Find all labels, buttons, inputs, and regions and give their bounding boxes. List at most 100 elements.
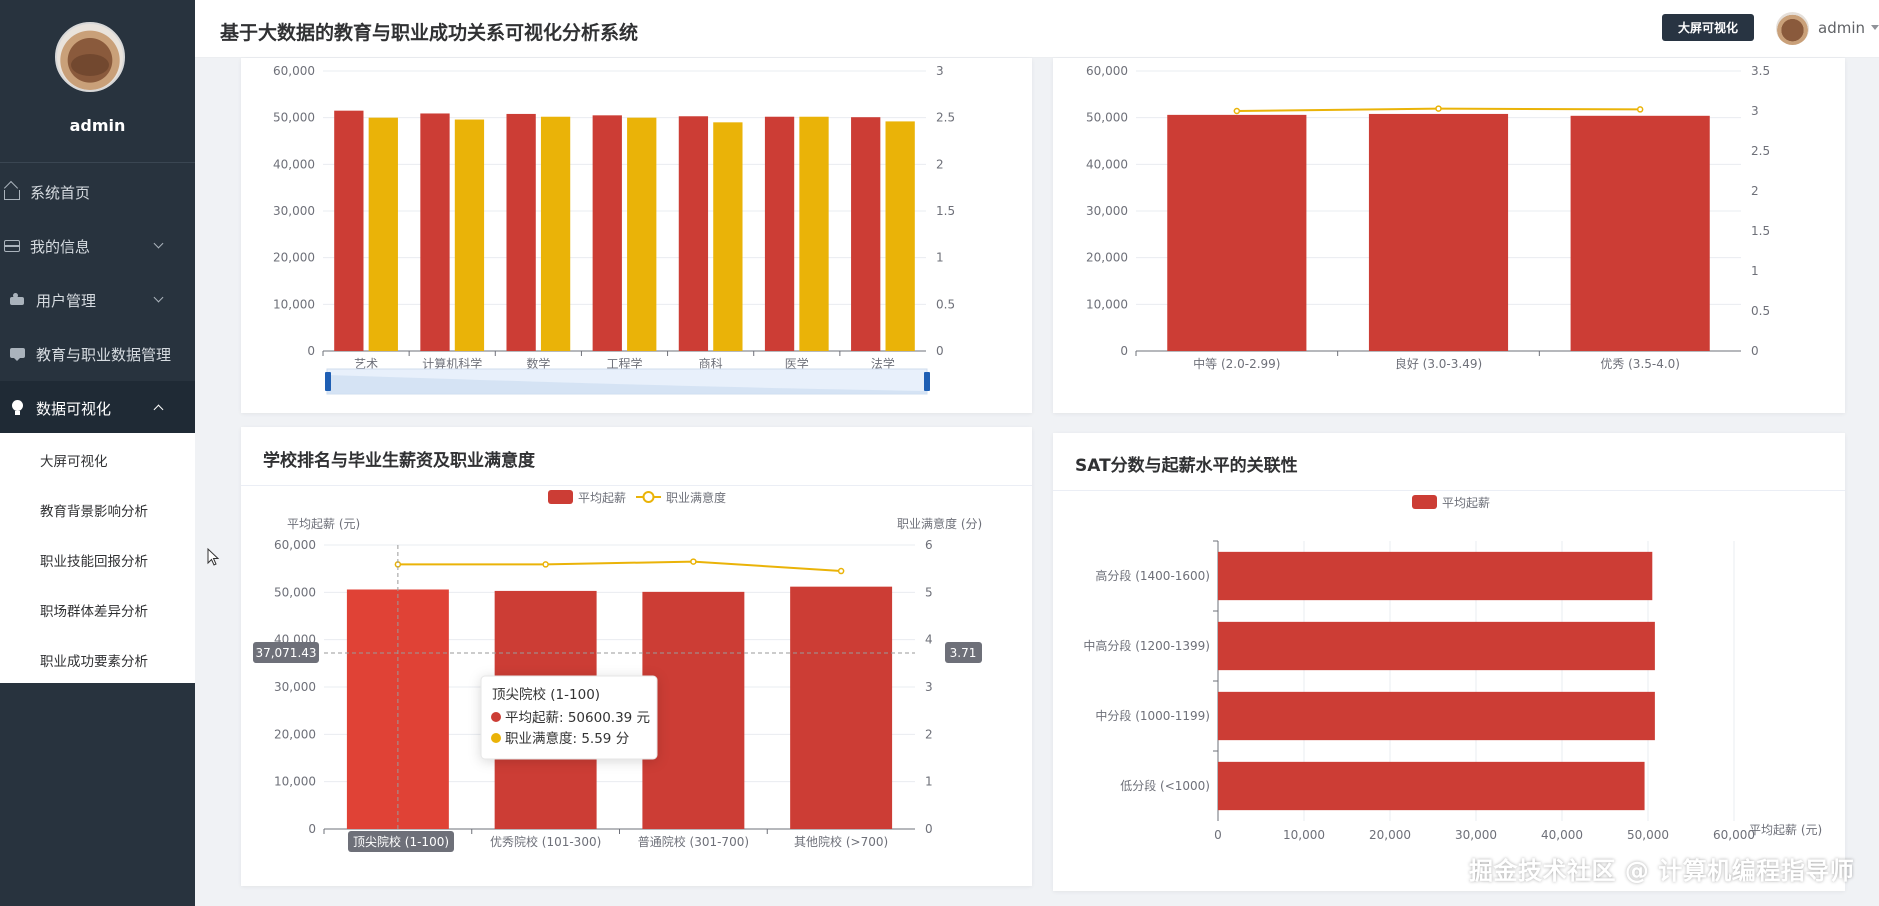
submenu-item-education-impact[interactable]: 教育背景影响分析 (40, 500, 148, 520)
y-tick-label: 0 (308, 822, 316, 836)
bar-secondary (799, 116, 829, 351)
y-tick-label: 0 (307, 344, 315, 358)
y-tick-label: 中分段 (1000-1199) (1095, 708, 1210, 723)
legend-label-satisfaction: 职业满意度 (666, 490, 726, 505)
major-salary-chart: 0 10,000 20,000 30,000 40,000 50,000 60,000 0 0.… (273, 64, 955, 395)
y-tick-label: 0 (1120, 344, 1128, 358)
tooltip-marker-salary (491, 712, 501, 722)
y-tick-label: 60,000 (1086, 64, 1128, 78)
lightbulb-icon (10, 400, 26, 416)
bar (1167, 114, 1307, 351)
bar (764, 116, 795, 351)
menu-item-data-visualization[interactable]: 数据可视化 (0, 381, 195, 435)
bar (592, 115, 622, 351)
y-right-tick-label: 1 (1751, 264, 1759, 278)
top-header: 基于大数据的教育与职业成功关系可视化分析系统 大屏可视化 admin (195, 0, 1879, 58)
crosshair-left-label: 37,071.43 (255, 646, 316, 660)
user-avatar[interactable] (55, 22, 125, 92)
tooltip-title: 顶尖院校 (1-100) (492, 686, 600, 703)
y-right-tick-label: 0.5 (936, 297, 955, 311)
sidebar-divider (0, 162, 195, 163)
chat-icon (10, 346, 26, 362)
datazoom-handle-right (924, 372, 930, 391)
y-right-tick-label: 1 (925, 775, 933, 789)
sat-salary-chart: 平均起薪0 10,000 20,000 30,000 40,000 50,000 60,00… (1083, 495, 1822, 842)
crosshair-right-label: 3.71 (950, 646, 977, 660)
bar (1218, 691, 1655, 741)
legend-swatch-marker (642, 491, 655, 503)
y-right-tick-label: 0 (936, 344, 944, 358)
bar (1218, 551, 1653, 601)
header-user-name[interactable]: admin (1818, 19, 1865, 37)
chevron-down-icon (153, 292, 164, 303)
x-tick-label: 良好 (3.0-3.49) (1395, 356, 1482, 371)
menu-item-label: 数据可视化 (36, 399, 112, 418)
x-tick-label: 10,000 (1283, 828, 1325, 842)
x-tick-label: 40,000 (1541, 828, 1583, 842)
menu-item-user-management[interactable]: 用户管理 (0, 273, 195, 327)
line-point (837, 567, 845, 575)
y-tick-label: 20,000 (274, 727, 316, 741)
submenu-item-bigscreen[interactable]: 大屏可视化 (40, 450, 108, 470)
menu-item-label: 教育与职业数据管理 (36, 345, 172, 364)
card-school-ranking: 学校排名与毕业生薪资及职业满意度 平均起薪 职业满意度 平均起薪 (元) 职业满意度 … (241, 427, 1032, 886)
y-right-tick-label: 6 (925, 538, 933, 552)
sidebar: admin 系统首页 我的信息 用户管理 教育与职业数据管理 数据可视化 大屏可… (0, 0, 195, 906)
gpa-salary-chart: 0 10,000 20,000 30,000 40,000 50,000 60,000 0 0.… (1086, 64, 1770, 371)
submenu-item-skill-return[interactable]: 职业技能回报分析 (40, 550, 148, 570)
y-right-axis-title: 职业满意度 (分) (897, 516, 982, 531)
x-tick-label: 20,000 (1369, 828, 1411, 842)
bar-secondary (368, 117, 398, 351)
sidebar-user-name: admin (69, 116, 126, 135)
y-right-tick-label: 3 (1751, 104, 1759, 118)
header-avatar[interactable] (1776, 12, 1809, 45)
y-right-tick-label: 3 (936, 64, 944, 78)
legend-swatch-salary (1412, 495, 1437, 509)
y-right-tick-label: 0 (1751, 344, 1759, 358)
card-sat-salary: SAT分数与起薪水平的关联性 平均起薪 0 10,000 20,000 30,000 40… (1053, 433, 1845, 891)
submenu-item-group-difference[interactable]: 职场群体差异分析 (40, 600, 148, 620)
mouse-cursor-icon (207, 547, 220, 566)
y-right-tick-label: 2.5 (1751, 144, 1770, 158)
id-card-icon (4, 240, 20, 252)
chevron-up-icon (153, 404, 164, 415)
y-right-tick-label: 3 (925, 680, 933, 694)
home-icon (4, 190, 20, 200)
tooltip-row-salary: 平均起薪: 50600.39 元 (505, 710, 650, 726)
x-tick-label: 0 (1214, 828, 1222, 842)
line-point (1233, 107, 1241, 115)
bar-secondary (627, 117, 657, 351)
menu-item-label: 我的信息 (30, 237, 91, 256)
school-ranking-chart: 平均起薪 职业满意度平均起薪 (元) 职业满意度 (分) 0 10,000 20,000 3… (253, 490, 982, 852)
menu-item-home[interactable]: 系统首页 (0, 165, 195, 219)
bar-secondary (540, 116, 571, 351)
x-tick-label: 30,000 (1455, 828, 1497, 842)
y-tick-label: 10,000 (273, 297, 315, 311)
x-tick-label: 普通院校 (301-700) (638, 834, 749, 849)
bar (678, 116, 709, 351)
card-gpa-salary: 0 10,000 20,000 30,000 40,000 50,000 60,000 0 0.… (1053, 58, 1845, 413)
bigscreen-button[interactable]: 大屏可视化 (1662, 14, 1754, 41)
y-tick-label: 60,000 (273, 64, 315, 78)
watermark: 掘金技术社区 @ 计算机编程指导师 (1469, 857, 1855, 885)
menu-item-data-management[interactable]: 教育与职业数据管理 (0, 327, 195, 381)
y-tick-label: 高分段 (1400-1600) (1095, 568, 1210, 583)
menu-item-my-info[interactable]: 我的信息 (0, 219, 195, 273)
bar (1368, 113, 1509, 351)
bar (420, 113, 450, 351)
bar (334, 110, 364, 351)
bar (1218, 621, 1655, 671)
y-tick-label: 10,000 (1086, 297, 1128, 311)
x-tick-label: 优秀院校 (101-300) (490, 834, 601, 849)
x-tick-label: 优秀 (3.5-4.0) (1600, 357, 1680, 371)
y-right-tick-label: 5 (925, 585, 933, 599)
y-right-tick-label: 4 (925, 633, 933, 647)
caret-down-icon[interactable] (1871, 25, 1879, 30)
y-right-tick-label: 0 (925, 822, 933, 836)
bar (1218, 761, 1645, 811)
y-tick-label: 30,000 (274, 680, 316, 694)
bar-secondary (713, 122, 743, 351)
submenu-item-success-factors[interactable]: 职业成功要素分析 (40, 650, 148, 670)
y-tick-label: 50,000 (273, 111, 315, 125)
y-right-tick-label: 2 (936, 157, 944, 171)
